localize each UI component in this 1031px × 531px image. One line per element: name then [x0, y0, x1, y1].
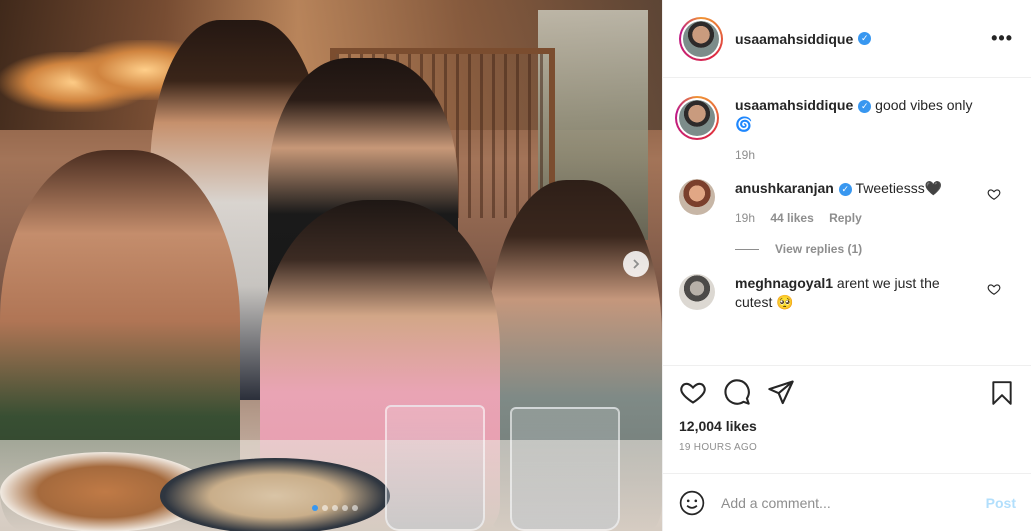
caption-username[interactable]: usaamahsiddique	[735, 97, 853, 113]
view-replies-button[interactable]: View replies (1)	[735, 242, 1015, 256]
photo-glass	[510, 407, 620, 531]
carousel-indicator	[312, 505, 358, 511]
author-username[interactable]: usaamahsiddique	[735, 31, 853, 47]
caption-emoji: 🌀	[735, 116, 753, 132]
verified-badge-icon: ✓	[858, 32, 872, 45]
post-photo[interactable]	[0, 0, 662, 531]
verified-badge-icon: ✓	[858, 99, 872, 113]
comment-username[interactable]: meghnagoyal1	[735, 275, 833, 291]
comment-like-icon[interactable]	[987, 282, 1001, 296]
post-actions: 12,004 likes 19 HOURS AGO	[663, 365, 1031, 473]
comment-icon[interactable]	[723, 378, 751, 406]
post-button[interactable]: Post	[986, 495, 1016, 511]
carousel-dot	[332, 505, 338, 511]
bookmark-icon[interactable]	[989, 379, 1015, 407]
comment-row: anushkaranjan ✓ Tweetiesss🖤 19h 44 likes …	[679, 179, 1015, 228]
caption-avatar[interactable]	[675, 96, 719, 140]
carousel-next-button[interactable]	[623, 251, 649, 277]
comment-text: Tweetiesss🖤	[855, 180, 943, 196]
share-icon[interactable]	[767, 378, 795, 406]
photo-plate	[160, 458, 390, 531]
verified-badge-icon: ✓	[838, 182, 852, 196]
comment-likes[interactable]: 44 likes	[770, 211, 813, 225]
carousel-dot	[312, 505, 318, 511]
comments-section: usaamahsiddique ✓ good vibes only 🌀 19h a…	[663, 78, 1031, 365]
comment-username[interactable]: anushkaranjan	[735, 180, 834, 196]
carousel-dot	[352, 505, 358, 511]
commenter-avatar[interactable]	[679, 179, 715, 215]
view-replies-label: View replies (1)	[775, 242, 863, 256]
comment-reply-button[interactable]: Reply	[829, 211, 862, 225]
comment-like-icon[interactable]	[987, 187, 1001, 201]
chevron-right-icon	[633, 259, 640, 269]
comment-time[interactable]: 19h	[735, 211, 755, 225]
add-comment-bar: Post	[663, 473, 1031, 531]
comment-row: meghnagoyal1 arent we just the cutest 🥺	[679, 274, 1015, 312]
likes-count[interactable]: 12,004 likes	[679, 418, 1015, 434]
caption-text: good vibes only	[875, 97, 973, 113]
more-options-icon[interactable]: •••	[991, 28, 1013, 49]
post-header: usaamahsiddique ✓ •••	[663, 0, 1031, 78]
heart-icon[interactable]	[679, 378, 707, 406]
photo-glass	[385, 405, 485, 531]
comment-input[interactable]	[721, 494, 961, 511]
emoji-icon[interactable]	[679, 490, 705, 516]
carousel-dot	[342, 505, 348, 511]
caption-row: usaamahsiddique ✓ good vibes only 🌀 19h	[675, 96, 1015, 165]
post-timestamp[interactable]: 19 HOURS AGO	[679, 442, 1015, 453]
caption-time[interactable]: 19h	[735, 148, 755, 162]
carousel-dot	[322, 505, 328, 511]
post-sidebar: usaamahsiddique ✓ ••• usaamahsiddique ✓ g…	[662, 0, 1031, 531]
commenter-avatar[interactable]	[679, 274, 715, 310]
author-avatar[interactable]	[679, 16, 723, 61]
